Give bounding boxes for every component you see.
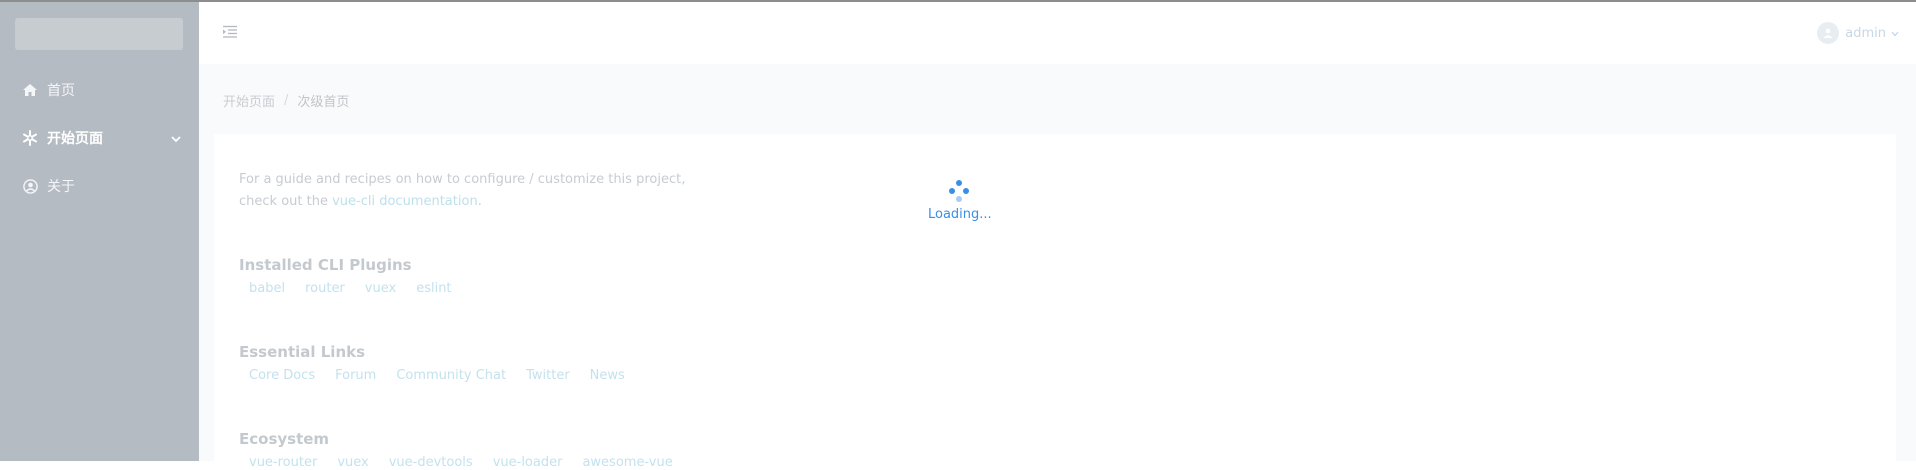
link[interactable]: vuex: [365, 281, 396, 296]
avatar: [1817, 22, 1840, 44]
link[interactable]: Twitter: [526, 368, 570, 383]
link[interactable]: babel: [249, 281, 285, 296]
link[interactable]: awesome-vue: [582, 455, 672, 470]
sidebar-item-start-page[interactable]: 开始页面: [0, 118, 199, 158]
spinner-icon: [946, 180, 972, 204]
loading-text: Loading...: [928, 207, 992, 222]
section-title: Installed CLI Plugins: [239, 256, 412, 274]
sidebar: 首页 开始页面 关于: [0, 2, 199, 461]
link[interactable]: Community Chat: [396, 368, 506, 383]
breadcrumb-item[interactable]: 开始页面: [223, 91, 275, 110]
vue-cli-docs-link[interactable]: vue-cli documentation: [332, 194, 478, 209]
link[interactable]: Forum: [335, 368, 376, 383]
logo-placeholder: [15, 18, 183, 50]
section-title: Ecosystem: [239, 430, 330, 448]
user-menu[interactable]: admin: [1817, 22, 1899, 44]
content-card: For a guide and recipes on how to config…: [214, 134, 1896, 470]
menu-toggle-icon[interactable]: [222, 24, 238, 40]
breadcrumb-separator: /: [284, 93, 289, 108]
sidebar-item-label: 开始页面: [47, 131, 103, 147]
snowflake-icon: [22, 130, 38, 146]
link[interactable]: News: [590, 368, 625, 383]
plugin-links: babel router vuex eslint: [249, 281, 472, 296]
link[interactable]: vue-loader: [493, 455, 563, 470]
intro-text: For a guide and recipes on how to config…: [239, 169, 685, 213]
ecosystem-links: vue-router vuex vue-devtools vue-loader …: [249, 455, 693, 470]
link[interactable]: vue-router: [249, 455, 317, 470]
user-circle-icon: [22, 178, 38, 194]
user-name: admin: [1845, 25, 1886, 41]
chevron-down-icon: [171, 131, 181, 147]
essential-links: Core Docs Forum Community Chat Twitter N…: [249, 368, 645, 383]
home-icon: [22, 82, 38, 98]
link[interactable]: vuex: [337, 455, 368, 470]
intro-line-1: For a guide and recipes on how to config…: [239, 172, 686, 187]
section-title: Essential Links: [239, 343, 366, 361]
intro-line-2: check out the vue-cli documentation.: [239, 194, 482, 209]
link[interactable]: eslint: [416, 281, 451, 296]
main-area: For a guide and recipes on how to config…: [199, 134, 1916, 470]
breadcrumb-item-current: 次级首页: [297, 95, 350, 110]
link[interactable]: vue-devtools: [389, 455, 473, 470]
top-header: admin: [199, 2, 1916, 64]
breadcrumb: 开始页面 / 次级首页: [223, 91, 349, 110]
link[interactable]: router: [305, 281, 345, 296]
loading-indicator: Loading...: [928, 180, 992, 228]
sidebar-item-label: 关于: [47, 179, 75, 195]
sidebar-item-label: 首页: [47, 83, 75, 99]
chevron-down-icon: [1891, 26, 1899, 41]
breadcrumb-bar: 开始页面 / 次级首页: [199, 64, 1916, 134]
link[interactable]: Core Docs: [249, 368, 315, 383]
sidebar-item-about[interactable]: 关于: [0, 166, 199, 206]
sidebar-item-home[interactable]: 首页: [0, 70, 199, 110]
